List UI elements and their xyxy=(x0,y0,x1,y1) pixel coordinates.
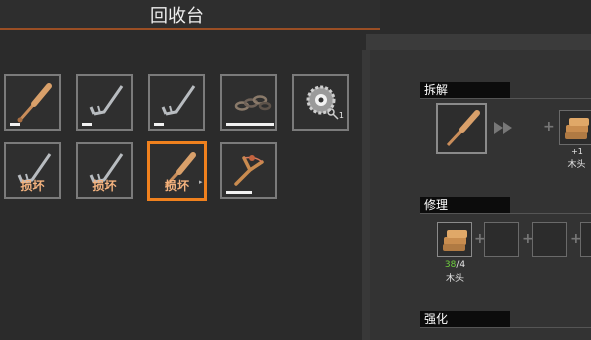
dismantle-output-slot[interactable] xyxy=(559,110,591,145)
inventory-slot-crowbar[interactable] xyxy=(148,74,205,131)
repair-empty-slot[interactable] xyxy=(580,222,591,257)
gear-with-key-icon xyxy=(306,85,339,120)
panel-torn-edge xyxy=(366,34,591,50)
page-title: 回收台 xyxy=(150,6,204,27)
durability-bar xyxy=(226,191,252,194)
repair-empty-slot[interactable] xyxy=(484,222,519,257)
inventory-slot-bat-selected[interactable]: 损坏 xyxy=(147,141,207,201)
section-repair-title: 修理 xyxy=(420,197,510,213)
section-upgrade-title: 强化 xyxy=(420,311,510,327)
inventory-slot-chain[interactable] xyxy=(220,74,277,131)
durability-bar xyxy=(10,123,20,126)
broken-label: 损坏 xyxy=(164,179,189,193)
inventory-slot-crowbar[interactable] xyxy=(76,74,133,131)
output-count: +1 xyxy=(571,147,583,156)
repair-material-name: 木头 xyxy=(445,274,464,284)
section-dismantle-title: 拆解 xyxy=(420,82,510,98)
repair-material-ratio: 38/4 xyxy=(444,260,466,270)
repair-empty-slot[interactable] xyxy=(532,222,567,257)
title-bar: 回收台 xyxy=(0,0,380,30)
output-name: 木头 xyxy=(567,160,586,170)
durability-bar xyxy=(226,123,274,126)
inventory-slot-bat[interactable] xyxy=(4,74,61,131)
item-count: 1 xyxy=(338,111,344,120)
divider xyxy=(420,327,591,328)
inventory-slot-gear[interactable]: 1 xyxy=(292,74,349,131)
wood-planks-icon xyxy=(443,230,467,251)
divider xyxy=(420,213,591,214)
durability-bar xyxy=(82,123,92,126)
panel-torn-edge xyxy=(362,50,370,340)
divider xyxy=(420,98,591,99)
crafting-panel xyxy=(366,34,591,340)
repair-material-slot[interactable] xyxy=(437,222,472,257)
double-arrow-icon xyxy=(494,122,512,134)
baseball-bat-icon xyxy=(446,110,480,147)
durability-bar xyxy=(154,123,164,126)
inventory-slot-crowbar-broken[interactable]: 损坏 xyxy=(4,142,61,199)
broken-label: 损坏 xyxy=(92,179,117,193)
inventory-slot-crowbar-broken[interactable]: 损坏 xyxy=(76,142,133,199)
broken-label: 损坏 xyxy=(20,179,45,193)
inventory-slot-slingshot[interactable] xyxy=(220,142,277,199)
material-have: 38 xyxy=(444,260,457,270)
cursor-icon: ▸ xyxy=(199,178,203,186)
dismantle-input-slot[interactable] xyxy=(436,103,487,154)
plus-icon: + xyxy=(543,119,555,135)
wood-planks-icon xyxy=(565,118,589,139)
material-need: 4 xyxy=(459,260,466,270)
